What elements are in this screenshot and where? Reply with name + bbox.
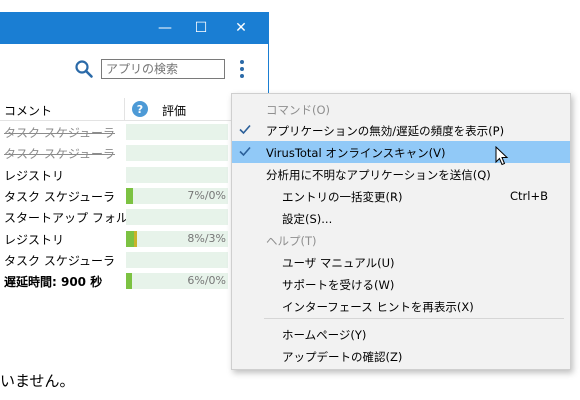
more-options-icon[interactable] <box>236 58 248 82</box>
rating-percent: 8%/3% <box>187 231 226 245</box>
menu-item-label: 分析用に不明なアプリケーションを送信(Q) <box>266 168 491 182</box>
column-comment[interactable]: コメント <box>4 102 52 119</box>
menu-item-label: 設定(S)... <box>282 212 333 226</box>
maximize-button[interactable]: ☐ <box>186 12 216 44</box>
rating-bar-fill <box>126 187 133 204</box>
table-row[interactable]: 遅延時間: 900 秒 6%/0% <box>0 270 268 292</box>
rating-bar-fill <box>126 230 134 247</box>
table-row[interactable]: タスク スケジューラ <box>0 249 268 271</box>
search-input[interactable] <box>101 59 225 79</box>
table-row[interactable]: レジストリ 8%/3% <box>0 228 268 250</box>
menu-item-label: ユーザ マニュアル(U) <box>282 256 395 270</box>
rating-bar <box>126 166 228 183</box>
menu-item[interactable]: アップデートの確認(Z) <box>232 345 570 367</box>
menu-item[interactable]: 分析用に不明なアプリケーションを送信(Q) <box>232 163 570 185</box>
menu-item[interactable]: アプリケーションの無効/遅延の頻度を表示(P) <box>232 119 570 141</box>
menu-item-label: インターフェース ヒントを再表示(X) <box>282 300 474 314</box>
table-row[interactable]: タスク スケジューラ <box>0 142 268 164</box>
maximize-icon: ☐ <box>194 20 208 36</box>
row-comment: タスク スケジューラ <box>4 189 115 204</box>
menu-item[interactable]: インターフェース ヒントを再表示(X) <box>232 295 570 317</box>
menu-item-shortcut: Ctrl+B <box>510 189 548 203</box>
minimize-icon: — <box>158 20 172 36</box>
rating-bar: 8%/3% <box>126 230 228 247</box>
menu-item-label: コマンド(O) <box>266 103 331 117</box>
rating-bar <box>126 124 228 140</box>
menu-item-label: アップデートの確認(Z) <box>282 350 403 364</box>
rating-percent: 7%/0% <box>187 188 226 202</box>
row-comment: タスク スケジューラ <box>4 126 115 140</box>
menu-item-label: ヘルプ(T) <box>266 234 317 248</box>
rating-bar <box>126 209 228 226</box>
row-comment: タスク スケジューラ <box>4 147 115 162</box>
rating-bar-fill <box>126 273 132 290</box>
title-bar[interactable]: — ☐ ✕ <box>0 12 268 44</box>
checkmark-icon <box>238 122 252 136</box>
table-row[interactable]: レジストリ <box>0 164 268 186</box>
close-icon: ✕ <box>235 20 247 36</box>
rating-bar <box>126 251 228 268</box>
menu-item-label: ホームページ(Y) <box>282 328 367 342</box>
context-menu: コマンド(O) アプリケーションの無効/遅延の頻度を表示(P) VirusTotal… <box>231 93 571 370</box>
menu-item-label: エントリの一括変更(R) <box>282 190 403 204</box>
menu-item[interactable]: ユーザ マニュアル(U) <box>232 251 570 273</box>
menu-separator <box>264 318 564 319</box>
rating-bar: 6%/0% <box>126 273 228 290</box>
rating-bar: 7%/0% <box>126 187 228 204</box>
row-comment: タスク スケジューラ <box>4 253 115 268</box>
row-comment: レジストリ <box>4 168 65 183</box>
mouse-cursor-icon <box>495 146 509 166</box>
body-text: いません。 <box>0 372 75 390</box>
menu-item[interactable]: 設定(S)... <box>232 207 570 229</box>
close-button[interactable]: ✕ <box>226 12 256 44</box>
menu-section-header: コマンド(O) <box>232 98 570 120</box>
menu-item[interactable]: ホームページ(Y) <box>232 323 570 345</box>
table-row[interactable]: タスク スケジューラ 7%/0% <box>0 185 268 207</box>
row-comment: 遅延時間: 900 秒 <box>4 275 103 290</box>
search-icon[interactable] <box>74 59 94 79</box>
column-divider[interactable] <box>124 98 125 120</box>
menu-item[interactable]: VirusTotal オンラインスキャン(V) <box>232 141 570 163</box>
menu-item-label: VirusTotal オンラインスキャン(V) <box>266 146 446 160</box>
menu-item-label: サポートを受ける(W) <box>282 278 395 292</box>
table-row[interactable]: スタートアップ フォルダ <box>0 206 268 228</box>
minimize-button[interactable]: — <box>150 12 180 44</box>
rating-bar <box>126 145 228 162</box>
checkmark-icon <box>238 144 252 158</box>
menu-item[interactable]: エントリの一括変更(R) Ctrl+B <box>232 185 570 207</box>
rating-bar-warning-fill <box>134 230 137 247</box>
menu-section-header: ヘルプ(T) <box>232 229 570 251</box>
row-comment: スタートアップ フォルダ <box>4 211 140 226</box>
rating-percent: 6%/0% <box>187 274 226 288</box>
row-comment: レジストリ <box>4 232 65 247</box>
help-icon[interactable]: ? <box>132 101 148 117</box>
column-rating[interactable]: 評価 <box>162 102 186 119</box>
table-row[interactable]: タスク スケジューラ <box>0 121 268 143</box>
menu-item[interactable]: サポートを受ける(W) <box>232 273 570 295</box>
menu-item-label: アプリケーションの無効/遅延の頻度を表示(P) <box>266 124 505 138</box>
